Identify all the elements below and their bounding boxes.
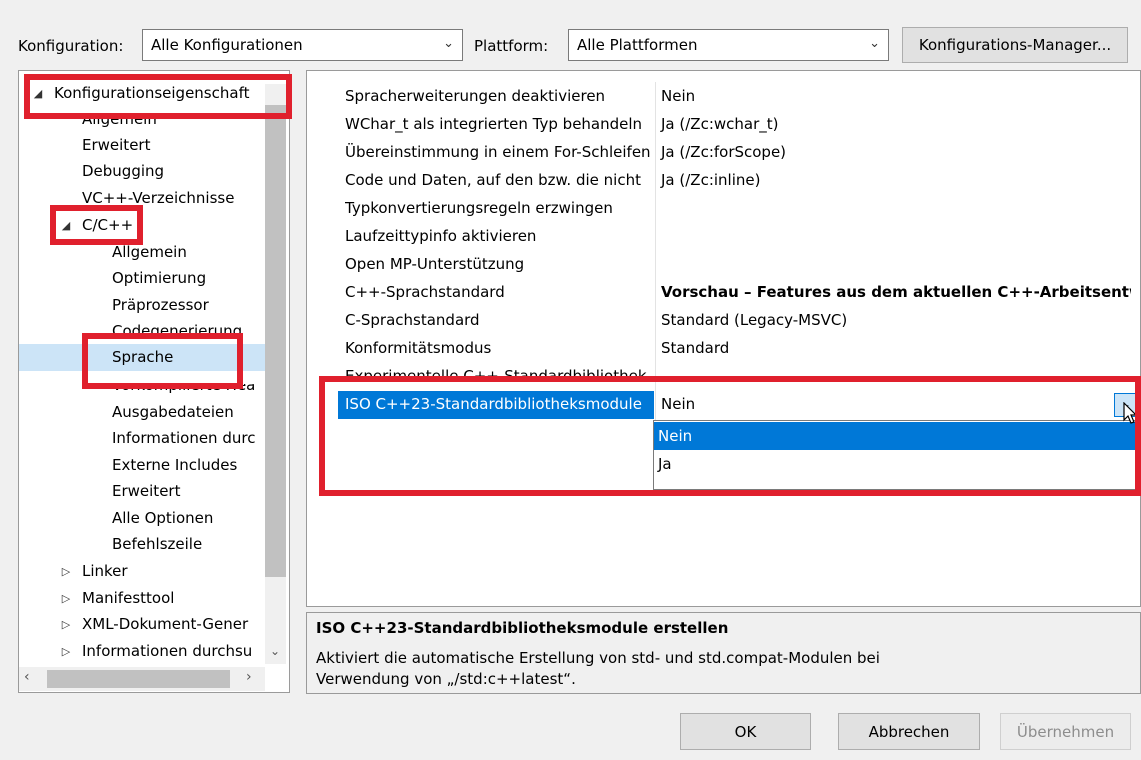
property-row[interactable]: Typkonvertierungsregeln erzwingen — [337, 194, 1141, 222]
property-name: Open MP-Unterstützung — [345, 255, 525, 273]
property-row[interactable]: C-Sprachstandard Standard (Legacy-MSVC) — [337, 306, 1141, 334]
highlight-box-cpp — [50, 205, 143, 245]
collapsed-arrow-icon[interactable]: ▷ — [56, 558, 76, 585]
property-name: Übereinstimmung in einem For-Schleifen — [345, 143, 651, 161]
collapsed-arrow-icon[interactable]: ▷ — [56, 585, 76, 612]
property-row[interactable]: Open MP-Unterstützung — [337, 250, 1141, 278]
property-value: Vorschau – Features aus dem aktuellen C+… — [661, 283, 1131, 301]
tree-vertical-scroll-thumb[interactable] — [265, 105, 286, 577]
tree-item-externe-includes[interactable]: Externe Includes — [112, 452, 237, 479]
scroll-down-icon[interactable]: ⌄ — [270, 644, 280, 658]
tree-item-optimierung[interactable]: Optimierung — [112, 265, 206, 292]
tree-item-xml-doc-label: XML-Dokument-Gener — [82, 615, 249, 633]
description-text: Aktiviert die automatische Erstellung vo… — [316, 649, 880, 688]
tree-item-erweitert[interactable]: Erweitert — [82, 132, 150, 159]
tree-item-cpp-erweitert[interactable]: Erweitert — [112, 478, 180, 505]
property-row[interactable]: C++-Sprachstandard Vorschau – Features au… — [337, 278, 1141, 306]
tree-item-ausgabedateien[interactable]: Ausgabedateien — [112, 399, 234, 426]
property-row[interactable]: Übereinstimmung in einem For-Schleifen Ja… — [337, 138, 1141, 166]
property-row[interactable]: Code und Daten, auf den bzw. die nicht Ja… — [337, 166, 1141, 194]
platform-combo[interactable]: Alle Plattformen ⌄ — [568, 29, 889, 61]
property-value: Ja (/Zc:inline) — [661, 171, 761, 189]
tree-item-linker-label: Linker — [82, 562, 128, 580]
configuration-manager-button[interactable]: Konfigurations-Manager... — [902, 27, 1128, 63]
ok-button[interactable]: OK — [680, 713, 811, 750]
tree-item-manifesttool-label: Manifesttool — [82, 589, 175, 607]
highlight-box-iso-modules — [319, 376, 1141, 496]
cancel-button[interactable]: Abbrechen — [838, 713, 980, 750]
property-row[interactable]: Laufzeittypinfo aktivieren — [337, 222, 1141, 250]
property-value: Nein — [661, 87, 696, 105]
config-combo-value: Alle Konfigurationen — [151, 36, 303, 54]
platform-combo-value: Alle Plattformen — [577, 36, 698, 54]
highlight-box-sprache — [82, 333, 243, 389]
property-name: C-Sprachstandard — [345, 311, 480, 329]
chevron-down-icon: ⌄ — [869, 36, 880, 51]
property-name: Typkonvertierungsregeln erzwingen — [345, 199, 613, 217]
scroll-right-icon[interactable]: › — [246, 669, 252, 685]
property-name: Konformitätsmodus — [345, 339, 492, 357]
property-value: Standard (Legacy-MSVC) — [661, 311, 848, 329]
config-label: Konfiguration: — [18, 37, 124, 55]
tree-item-alle-optionen[interactable]: Alle Optionen — [112, 505, 213, 532]
property-row[interactable]: Konformitätsmodus Standard — [337, 334, 1141, 362]
highlight-box-config-properties — [24, 74, 292, 119]
collapsed-arrow-icon[interactable]: ▷ — [56, 611, 76, 638]
property-name: Spracherweiterungen deaktivieren — [345, 87, 606, 105]
tree-item-praeprozessor[interactable]: Präprozessor — [112, 292, 209, 319]
property-value: Ja (/Zc:wchar_t) — [661, 115, 779, 133]
property-name: Code und Daten, auf den bzw. die nicht — [345, 171, 641, 189]
property-value: Standard — [661, 339, 730, 357]
property-name: Laufzeittypinfo aktivieren — [345, 227, 537, 245]
description-title: ISO C++23-Standardbibliotheksmodule erst… — [316, 619, 729, 637]
tree-horizontal-scroll-thumb[interactable] — [47, 670, 230, 688]
property-name: WChar_t als integrierten Typ behandeln — [345, 115, 643, 133]
property-row[interactable]: WChar_t als integrierten Typ behandeln Ja… — [337, 110, 1141, 138]
config-combo[interactable]: Alle Konfigurationen ⌄ — [142, 29, 463, 61]
property-row[interactable]: Spracherweiterungen deaktivieren Nein — [337, 82, 1141, 110]
scroll-left-icon[interactable]: ‹ — [24, 669, 30, 685]
tree-item-debugging[interactable]: Debugging — [82, 158, 164, 185]
collapsed-arrow-icon[interactable]: ▷ — [56, 638, 76, 665]
apply-button[interactable]: Übernehmen — [1000, 713, 1131, 750]
tree-item-browse-info-label: Informationen durchsu — [82, 642, 253, 660]
property-value: Ja (/Zc:forScope) — [661, 143, 787, 161]
tree-item-befehlszeile[interactable]: Befehlszeile — [112, 531, 202, 558]
tree-item-informationen[interactable]: Informationen durc — [112, 425, 255, 452]
property-name: C++-Sprachstandard — [345, 283, 505, 301]
chevron-down-icon: ⌄ — [443, 36, 454, 51]
platform-label: Plattform: — [474, 37, 549, 55]
